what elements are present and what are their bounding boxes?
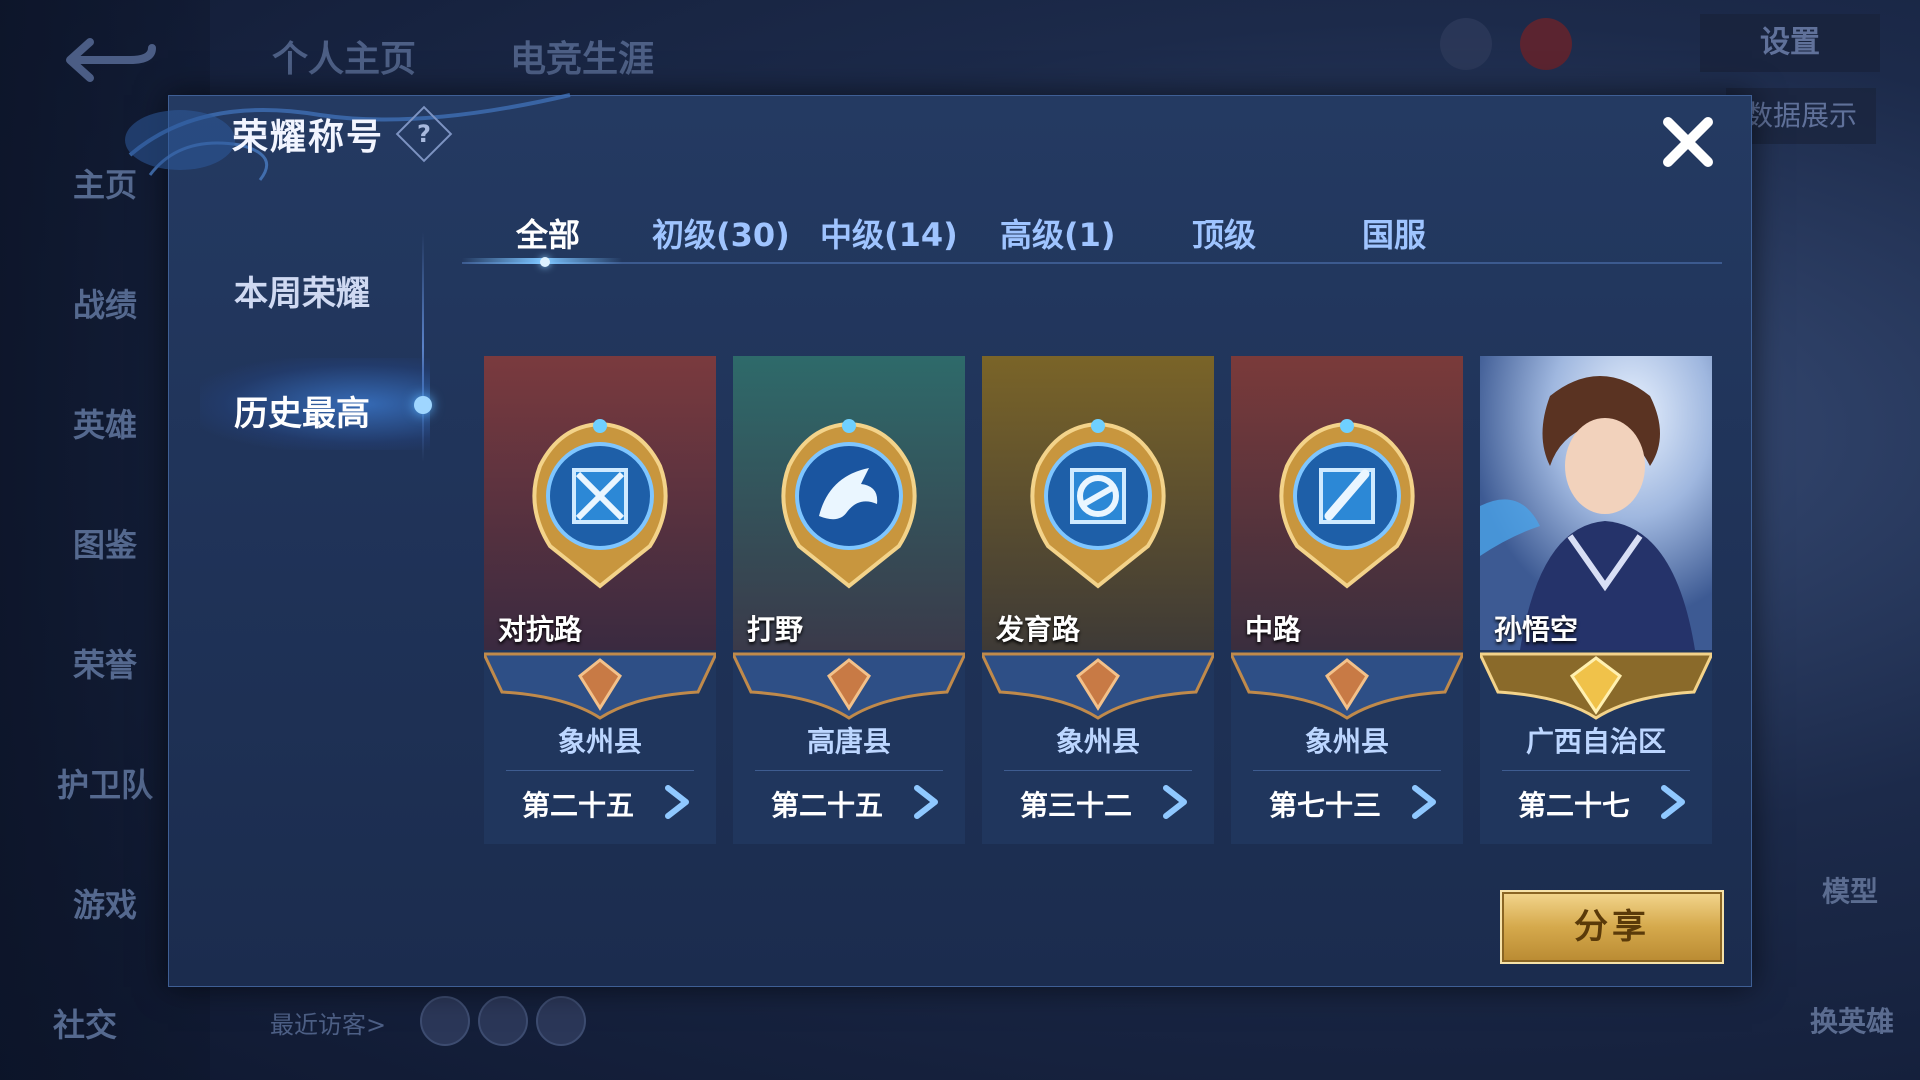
- bronze-rank-badge-icon: [982, 652, 1214, 720]
- card-rank: 第七十三: [1269, 789, 1382, 822]
- switch-hero-button[interactable]: 换英雄: [1810, 1000, 1894, 1040]
- chevron-right-icon[interactable]: [1407, 784, 1441, 820]
- tab-top[interactable]: 顶级: [1192, 210, 1256, 256]
- side-item-history-best[interactable]: 历史最高: [234, 386, 370, 435]
- sword-emblem-icon: [532, 419, 668, 589]
- close-icon[interactable]: [1658, 112, 1718, 172]
- chevron-right-icon[interactable]: [1158, 784, 1192, 820]
- honor-card-jungle[interactable]: 打野 高唐县 第二十五: [733, 356, 965, 844]
- card-role-label: 孙悟空: [1494, 613, 1579, 646]
- tab-intermediate[interactable]: 中级(14): [820, 210, 958, 256]
- card-role-label: 对抗路: [498, 613, 583, 646]
- chevron-right-icon[interactable]: [660, 784, 694, 820]
- chevron-right-icon[interactable]: [909, 784, 943, 820]
- share-button[interactable]: 分享: [1500, 890, 1724, 964]
- card-rank: 第二十五: [771, 789, 884, 822]
- visitor-avatar[interactable]: [420, 996, 470, 1046]
- card-divider: [1004, 770, 1192, 771]
- bronze-rank-badge-icon: [1231, 652, 1463, 720]
- card-rank: 第二十五: [522, 789, 635, 822]
- honor-card-hero[interactable]: 孙悟空 广西自治区 第二十七: [1480, 356, 1712, 844]
- vip-icon[interactable]: [1520, 18, 1572, 70]
- tab-active-dot-icon: [540, 257, 550, 267]
- settings-button[interactable]: 设置: [1700, 14, 1880, 72]
- tab-junior[interactable]: 初级(30): [652, 210, 790, 256]
- honor-card-bot-lane[interactable]: 发育路 象州县 第三十二: [982, 356, 1214, 844]
- card-role-label: 打野: [747, 613, 804, 646]
- bg-tab-profile[interactable]: 个人主页: [272, 30, 416, 82]
- tab-advanced[interactable]: 高级(1): [1000, 210, 1116, 256]
- back-icon[interactable]: [60, 30, 160, 90]
- card-divider: [1502, 770, 1690, 771]
- card-divider: [755, 770, 943, 771]
- notification-icon[interactable]: [1440, 18, 1492, 70]
- bg-nav-social[interactable]: 社交: [0, 1000, 170, 1046]
- tabs-baseline: [462, 262, 1722, 264]
- dragon-emblem-icon: [781, 419, 917, 589]
- card-rank: 第三十二: [1020, 789, 1133, 822]
- card-divider: [1253, 770, 1441, 771]
- card-region: 象州县: [1055, 725, 1140, 758]
- honor-card-top-lane[interactable]: 对抗路 象州县 第二十五: [484, 356, 716, 844]
- side-active-dot-icon: [414, 396, 432, 414]
- tab-all[interactable]: 全部: [516, 210, 580, 256]
- gold-rank-badge-icon: [1480, 652, 1712, 720]
- card-rank: 第二十七: [1518, 789, 1631, 822]
- recent-visitors-link[interactable]: 最近访客>: [270, 1005, 386, 1040]
- visitor-avatar[interactable]: [478, 996, 528, 1046]
- bronze-rank-badge-icon: [484, 652, 716, 720]
- card-region: 象州县: [557, 725, 642, 758]
- visitor-avatar[interactable]: [536, 996, 586, 1046]
- hero-portrait: [1480, 356, 1712, 650]
- swirl-emblem-icon: [1030, 419, 1166, 589]
- bg-tab-esports[interactable]: 电竞生涯: [510, 30, 654, 82]
- model-button[interactable]: 模型: [1822, 870, 1878, 910]
- card-region: 象州县: [1304, 725, 1389, 758]
- honor-card-mid-lane[interactable]: 中路 象州县 第七十三: [1231, 356, 1463, 844]
- card-region: 高唐县: [806, 725, 891, 758]
- help-glyph: ?: [417, 120, 431, 148]
- card-divider: [506, 770, 694, 771]
- wand-emblem-icon: [1279, 419, 1415, 589]
- bronze-rank-badge-icon: [733, 652, 965, 720]
- side-item-weekly-honor[interactable]: 本周荣耀: [234, 266, 370, 315]
- card-role-label: 中路: [1245, 613, 1302, 646]
- card-role-label: 发育路: [996, 613, 1081, 646]
- chevron-right-icon[interactable]: [1656, 784, 1690, 820]
- dialog-title: 荣耀称号: [232, 117, 385, 158]
- tab-national[interactable]: 国服: [1362, 210, 1426, 256]
- card-region: 广西自治区: [1525, 725, 1666, 758]
